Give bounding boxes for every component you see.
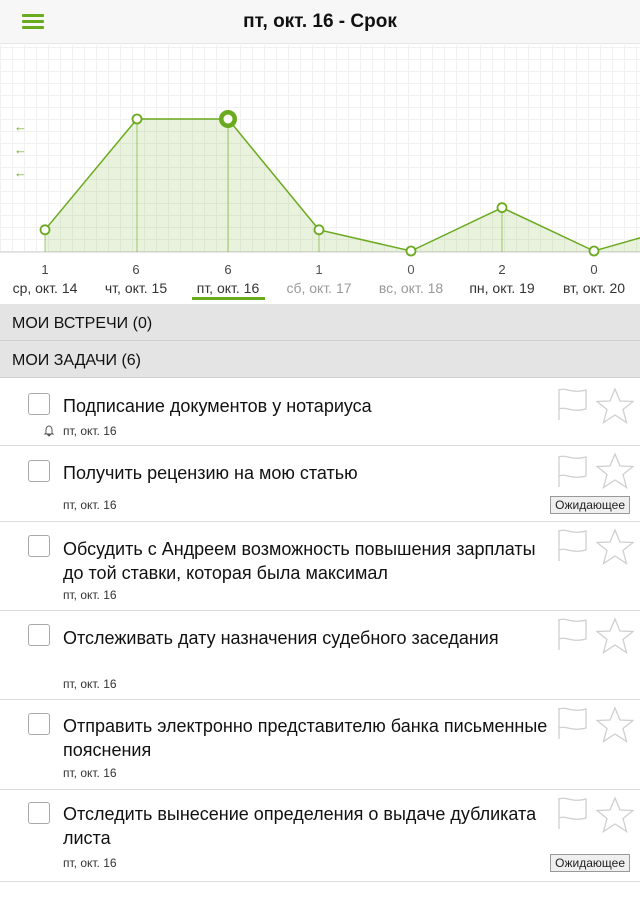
day-column-oct-15[interactable]: 6 чт, окт. 15 — [88, 262, 184, 296]
status-badge: Ожидающее — [550, 854, 630, 872]
task-title: Подписание документов у нотариуса — [63, 396, 372, 416]
task-row[interactable]: Получить рецензию на мою статью пт, окт.… — [0, 446, 640, 522]
chart-point-selected-center — [223, 114, 233, 124]
task-due-date: пт, окт. 16 — [63, 677, 117, 691]
day-count: 1 — [41, 262, 49, 277]
task-row[interactable]: Отследить вынесение определения о выдаче… — [0, 790, 640, 882]
task-title: Обсудить с Андреем возможность повышения… — [63, 537, 548, 585]
task-due-date: пт, окт. 16 — [63, 498, 117, 512]
selected-day-indicator — [192, 297, 265, 300]
chart-point — [496, 202, 508, 214]
day-column-oct-20[interactable]: 0 вт, окт. 20 — [546, 262, 640, 296]
section-my-meetings[interactable]: МОИ ВСТРЕЧИ (0) — [0, 304, 640, 341]
flag-icon[interactable] — [556, 706, 590, 740]
flag-icon[interactable] — [556, 796, 590, 830]
day-label: вс, окт. 18 — [378, 280, 444, 296]
star-icon[interactable] — [596, 706, 634, 744]
chart-point — [588, 245, 600, 257]
task-title: Отправить электронно представителю банка… — [63, 716, 548, 760]
task-checkbox[interactable] — [28, 802, 50, 824]
day-label: пт, окт. 16 — [196, 280, 260, 296]
chart-point — [313, 224, 325, 236]
task-title: Отследить вынесение определения о выдаче… — [63, 804, 537, 848]
day-column-oct-19[interactable]: 2 пн, окт. 19 — [454, 262, 550, 296]
flag-icon[interactable] — [556, 528, 590, 562]
day-count: 6 — [132, 262, 140, 277]
task-checkbox[interactable] — [28, 624, 50, 646]
chart-plot — [0, 110, 640, 257]
task-checkbox[interactable] — [28, 460, 50, 482]
workload-chart: ← ← ← 1 ср, окт. 14 6 чт, окт. 15 6 пт, … — [0, 45, 640, 305]
task-checkbox[interactable] — [28, 713, 50, 735]
task-row[interactable]: Обсудить с Андреем возможность повышения… — [0, 522, 640, 611]
alarm-bell-icon — [44, 425, 54, 437]
day-column-oct-16[interactable]: 6 пт, окт. 16 — [180, 262, 276, 296]
day-count: 0 — [407, 262, 415, 277]
task-row[interactable]: Отправить электронно представителю банка… — [0, 700, 640, 790]
star-icon[interactable] — [596, 528, 634, 566]
page-title: пт, окт. 16 - Срок — [243, 11, 397, 32]
task-title: Получить рецензию на мою статью — [63, 463, 358, 483]
day-label: ср, окт. 14 — [12, 280, 78, 296]
star-icon[interactable] — [596, 617, 634, 655]
chart-point — [131, 113, 143, 125]
star-icon[interactable] — [596, 452, 634, 490]
task-checkbox[interactable] — [28, 535, 50, 557]
day-label: сб, окт. 17 — [286, 280, 352, 296]
day-count: 1 — [315, 262, 323, 277]
day-label: пн, окт. 19 — [469, 280, 535, 296]
star-icon[interactable] — [596, 387, 634, 425]
task-due-date: пт, окт. 16 — [63, 856, 117, 870]
flag-icon[interactable] — [556, 387, 590, 421]
day-count: 6 — [224, 262, 232, 277]
task-due-date: пт, окт. 16 — [63, 424, 117, 438]
day-column-oct-17[interactable]: 1 сб, окт. 17 — [271, 262, 367, 296]
day-count: 0 — [590, 262, 598, 277]
chart-point — [405, 245, 417, 257]
chart-point — [39, 224, 51, 236]
day-column-oct-14[interactable]: 1 ср, окт. 14 — [0, 262, 93, 296]
task-due-date: пт, окт. 16 — [63, 588, 117, 602]
task-checkbox[interactable] — [28, 393, 50, 415]
top-bar: пт, окт. 16 - Срок — [0, 0, 640, 44]
status-badge: Ожидающее — [550, 496, 630, 514]
day-label: вт, окт. 20 — [562, 280, 626, 296]
star-icon[interactable] — [596, 796, 634, 834]
day-column-oct-18[interactable]: 0 вс, окт. 18 — [363, 262, 459, 296]
section-my-tasks[interactable]: МОИ ЗАДАЧИ (6) — [0, 341, 640, 378]
day-count: 2 — [498, 262, 506, 277]
chart-area-fill — [45, 119, 640, 252]
task-row[interactable]: Подписание документов у нотариуса пт, ок… — [0, 379, 640, 446]
day-label: чт, окт. 15 — [104, 280, 168, 296]
flag-icon[interactable] — [556, 617, 590, 651]
flag-icon[interactable] — [556, 454, 590, 488]
task-due-date: пт, окт. 16 — [63, 766, 117, 780]
task-title: Отслеживать дату назначения судебного за… — [63, 628, 499, 648]
task-row[interactable]: Отслеживать дату назначения судебного за… — [0, 611, 640, 700]
